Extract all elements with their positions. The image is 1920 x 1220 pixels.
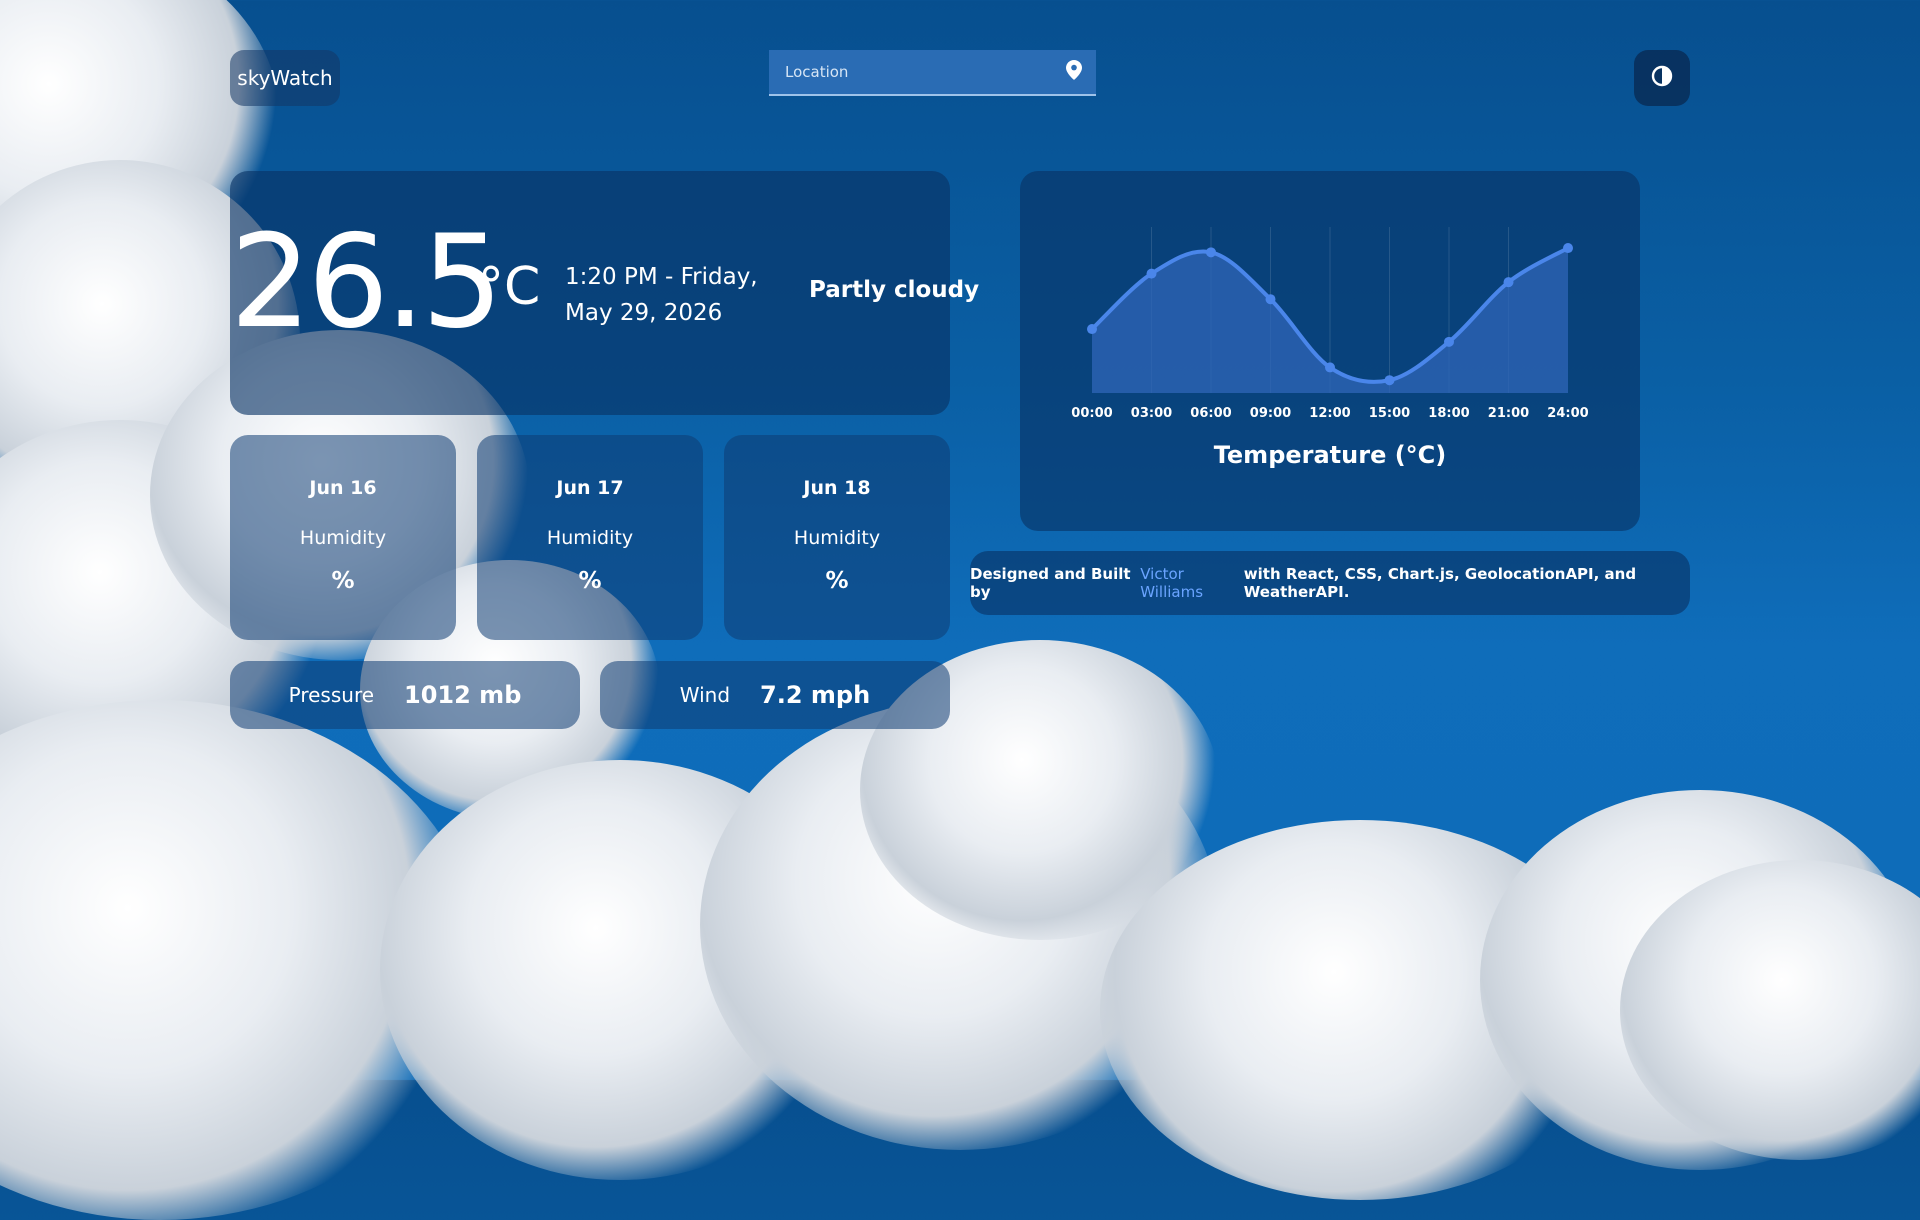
credits-prefix: Designed and Built by bbox=[970, 565, 1131, 601]
location-search[interactable] bbox=[769, 50, 1096, 96]
chart-x-tick-label: 24:00 bbox=[1547, 406, 1588, 421]
chart-point bbox=[1087, 324, 1097, 335]
pressure-card: Pressure 1012 mb bbox=[230, 661, 580, 729]
chart-x-tick-label: 15:00 bbox=[1369, 406, 1410, 421]
contrast-icon bbox=[1650, 64, 1674, 92]
pressure-value: 1012 mb bbox=[404, 681, 522, 709]
humidity-label: Humidity bbox=[299, 527, 387, 549]
humidity-label: Humidity bbox=[546, 527, 634, 549]
humidity-value: % bbox=[825, 568, 849, 594]
current-weather-card: 26.5 °C 1:20 PM - Friday, May 29, 2026 P… bbox=[230, 171, 979, 415]
chart-point bbox=[1206, 247, 1216, 258]
humidity-value: % bbox=[331, 568, 355, 594]
temperature-chart-card: 00:00 03:00 06:00 09:00 12:00 15:00 18:00 21:00… bbox=[1020, 171, 1640, 531]
app-logo-text: skyWatch bbox=[237, 66, 333, 90]
chart-point bbox=[1265, 294, 1276, 305]
chart-point bbox=[1384, 375, 1395, 386]
credits-footer: Designed and Built by Victor Williams wi… bbox=[970, 551, 1690, 615]
chart-x-tick-label: 18:00 bbox=[1428, 406, 1469, 421]
chart-point bbox=[1503, 277, 1514, 288]
credits-suffix: with React, CSS, Chart.js, GeolocationAP… bbox=[1243, 565, 1637, 601]
forecast-card: Jun 16 Humidity % bbox=[230, 435, 456, 640]
wind-card: Wind 7.2 mph bbox=[600, 661, 950, 729]
current-temperature: 26.5 bbox=[230, 208, 503, 357]
chart-x-tick-label: 12:00 bbox=[1309, 406, 1350, 421]
humidity-label: Humidity bbox=[793, 527, 881, 549]
forecast-card: Jun 18 Humidity % bbox=[724, 435, 950, 640]
current-datetime: 1:20 PM - Friday, May 29, 2026 bbox=[565, 264, 758, 326]
forecast-date: Jun 18 bbox=[803, 477, 871, 499]
chart-x-tick-label: 03:00 bbox=[1131, 406, 1172, 421]
chart-x-tick-label: 21:00 bbox=[1488, 406, 1529, 421]
location-input[interactable] bbox=[783, 62, 1066, 82]
forecast-card: Jun 17 Humidity % bbox=[477, 435, 703, 640]
pressure-label: Pressure bbox=[288, 683, 375, 707]
chart-point bbox=[1146, 268, 1157, 279]
chart-title: Temperature (°C) bbox=[1213, 441, 1447, 469]
forecast-date: Jun 17 bbox=[556, 477, 624, 499]
wind-value: 7.2 mph bbox=[760, 681, 871, 709]
chart-point bbox=[1563, 243, 1573, 254]
app-logo[interactable]: skyWatch bbox=[230, 50, 340, 106]
temperature-unit: °C bbox=[478, 257, 541, 317]
theme-toggle-button[interactable] bbox=[1634, 50, 1690, 106]
chart-x-tick-label: 09:00 bbox=[1250, 406, 1291, 421]
author-link[interactable]: Victor Williams bbox=[1140, 565, 1239, 601]
humidity-value: % bbox=[578, 568, 602, 594]
location-pin-icon[interactable] bbox=[1066, 60, 1082, 84]
wind-label: Wind bbox=[679, 683, 731, 707]
chart-x-tick-label: 06:00 bbox=[1190, 406, 1231, 421]
temperature-chart: 00:00 03:00 06:00 09:00 12:00 15:00 18:00 21:00… bbox=[1071, 227, 1589, 421]
chart-x-tick-label: 00:00 bbox=[1071, 406, 1112, 421]
chart-point bbox=[1444, 336, 1454, 347]
forecast-date: Jun 16 bbox=[309, 477, 377, 499]
weather-condition: Partly cloudy bbox=[809, 277, 980, 303]
chart-point bbox=[1325, 362, 1335, 373]
